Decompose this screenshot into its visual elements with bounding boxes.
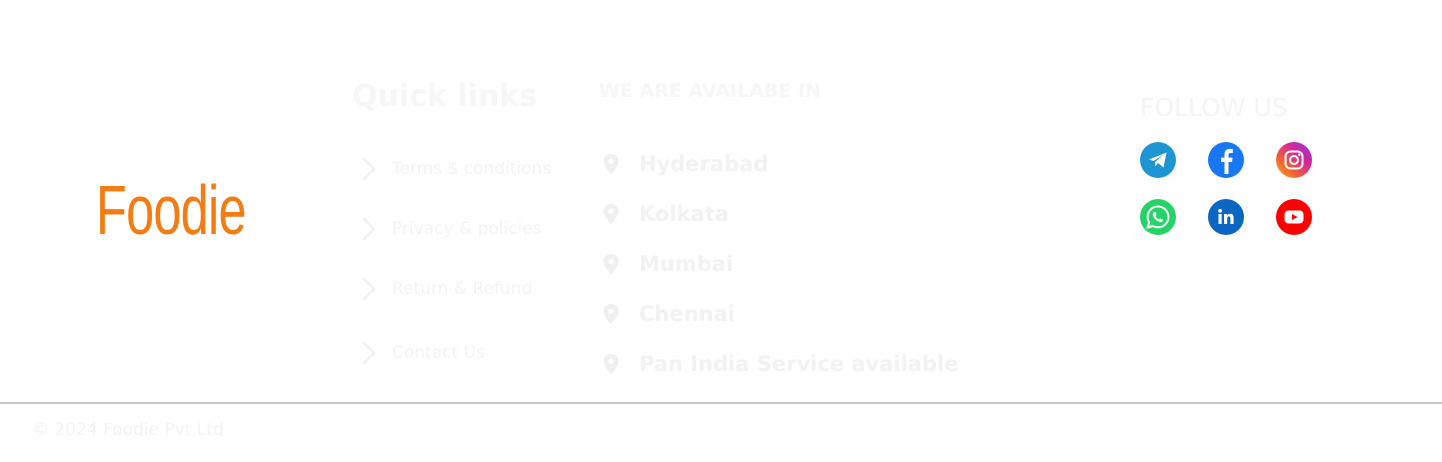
- linkedin-icon: [1218, 208, 1234, 224]
- location-item: Hyderabad: [601, 148, 768, 180]
- whatsapp-icon: [1146, 205, 1170, 229]
- quick-link-label: Contact Us: [392, 343, 485, 363]
- quick-link-label: Return & Refund: [392, 279, 533, 299]
- location-label: Pan India Service available: [639, 352, 959, 376]
- map-pin-icon: [603, 354, 619, 374]
- location-label: Hyderabad: [639, 152, 769, 176]
- location-item: Mumbai: [601, 248, 733, 280]
- map-pin-icon: [603, 304, 619, 324]
- chevron-right-icon: [362, 157, 376, 181]
- location-item: Pan India Service available: [601, 348, 958, 380]
- follow-us-title: FOLLOW US: [1140, 93, 1288, 122]
- linkedin-link[interactable]: [1208, 199, 1244, 235]
- brand-logo[interactable]: Foodie: [96, 168, 247, 252]
- location-label: Chennai: [639, 302, 735, 326]
- quick-link-label: Terms $ conditions: [392, 159, 552, 179]
- telegram-icon: [1149, 152, 1167, 168]
- location-item: Kolkata: [601, 198, 729, 230]
- quick-links-title: Quick links: [352, 79, 538, 114]
- youtube-icon: [1284, 210, 1304, 224]
- location-item: Chennai: [601, 298, 735, 330]
- location-label: Mumbai: [639, 252, 734, 276]
- telegram-link[interactable]: [1140, 142, 1176, 178]
- instagram-icon: [1284, 150, 1304, 170]
- chevron-right-icon: [362, 341, 376, 365]
- availability-title: WE ARE AVAILABE IN: [599, 80, 821, 102]
- location-label: Kolkata: [639, 202, 729, 226]
- quick-link-return-refund[interactable]: Return & Refund: [360, 274, 532, 304]
- quick-link-label: Privacy & policies: [392, 219, 542, 239]
- quick-link-privacy[interactable]: Privacy & policies: [360, 214, 542, 244]
- map-pin-icon: [603, 204, 619, 224]
- copyright-text: © 2024 Foodie Pvt Ltd: [32, 420, 224, 440]
- quick-link-contact[interactable]: Contact Us: [360, 338, 485, 368]
- footer-divider: [0, 402, 1442, 404]
- facebook-icon: [1221, 148, 1233, 174]
- instagram-link[interactable]: [1276, 142, 1312, 178]
- map-pin-icon: [603, 254, 619, 274]
- whatsapp-link[interactable]: [1140, 199, 1176, 235]
- youtube-link[interactable]: [1276, 199, 1312, 235]
- map-pin-icon: [603, 154, 619, 174]
- facebook-link[interactable]: [1208, 142, 1244, 178]
- chevron-right-icon: [362, 277, 376, 301]
- quick-link-terms[interactable]: Terms $ conditions: [360, 154, 551, 184]
- chevron-right-icon: [362, 217, 376, 241]
